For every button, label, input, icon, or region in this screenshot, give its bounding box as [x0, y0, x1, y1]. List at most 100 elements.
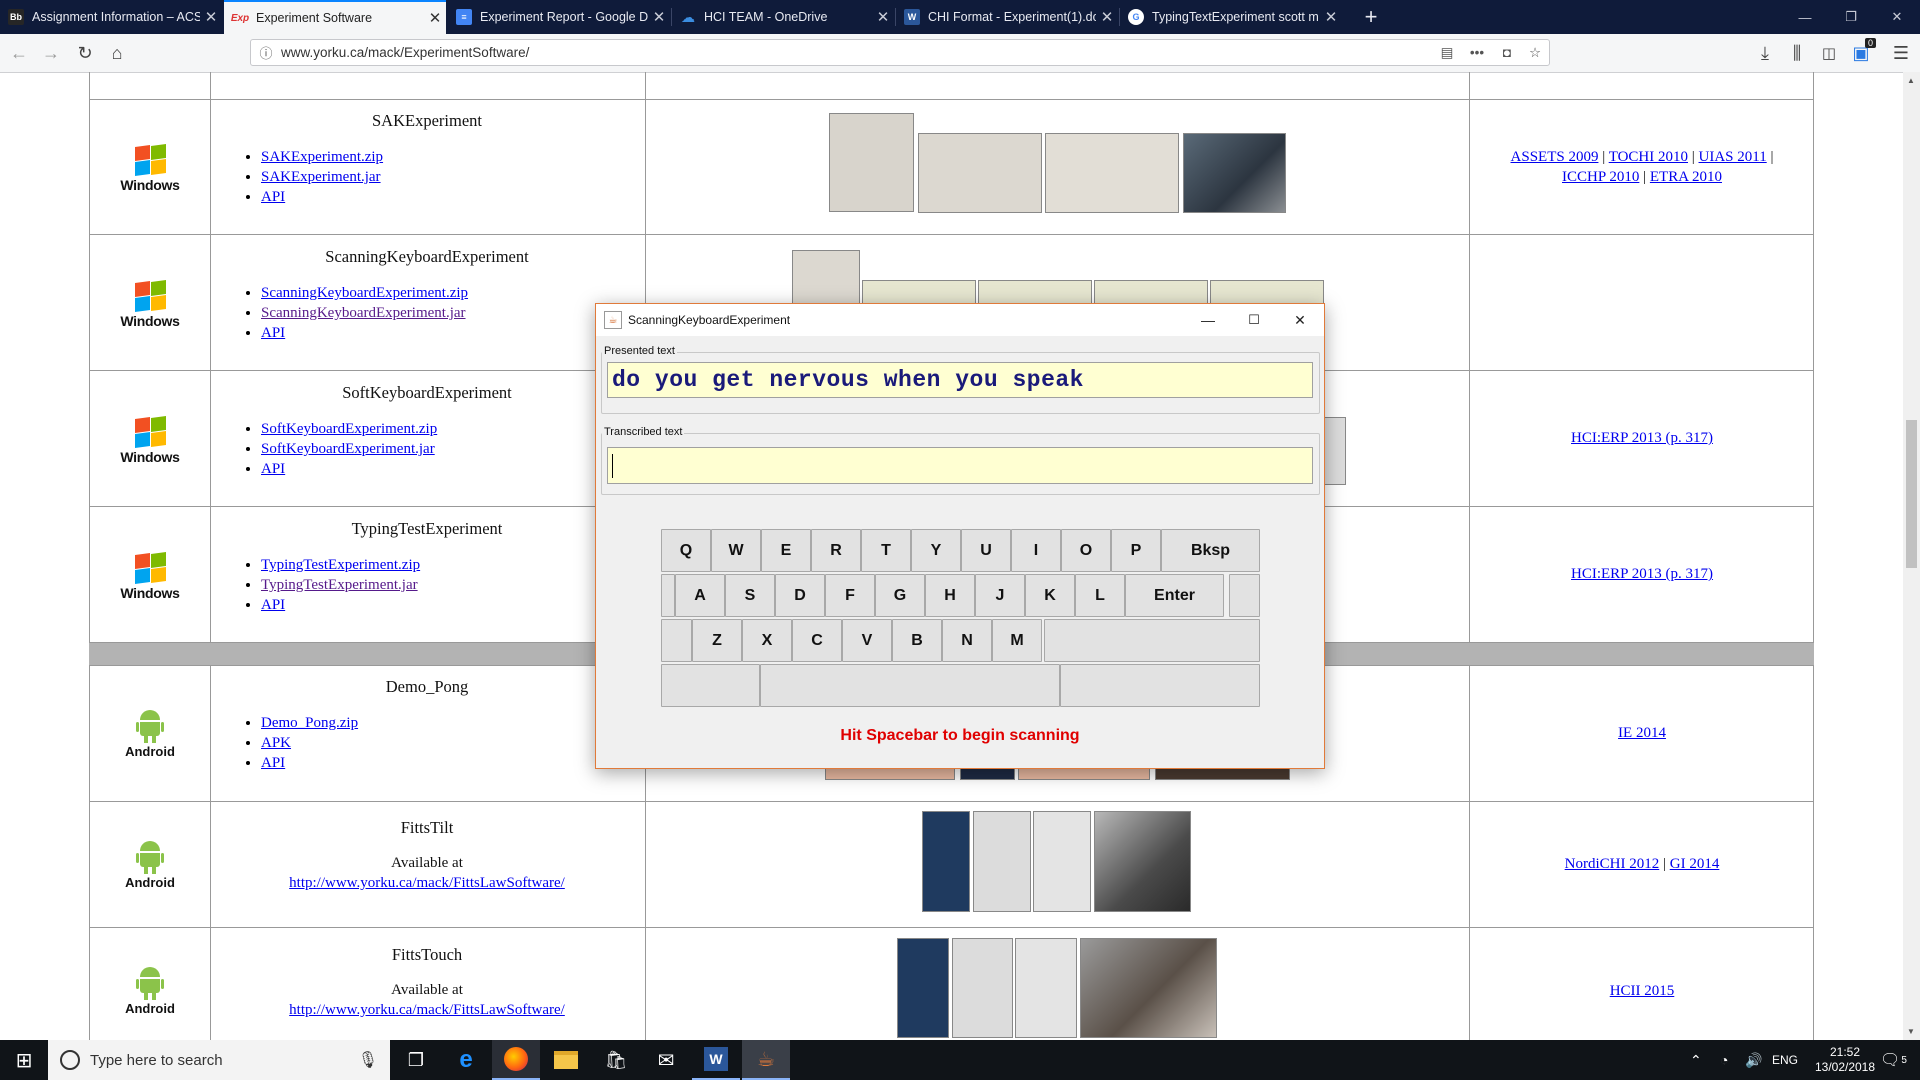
word-taskbar-icon[interactable]: W — [692, 1040, 740, 1080]
key-i[interactable]: I — [1011, 529, 1061, 572]
jar-link[interactable]: ScanningKeyboardExperiment.jar — [261, 305, 466, 321]
key-z[interactable]: Z — [692, 619, 742, 662]
api-link[interactable]: API — [261, 461, 285, 477]
network-icon[interactable]: ◔ — [1720, 1040, 1728, 1080]
scroll-down-icon[interactable]: ▼ — [1907, 1027, 1915, 1036]
tab-experiment-report[interactable]: ≡ Experiment Report - Google Do ✕ — [448, 0, 670, 34]
reference-link[interactable]: ICCHP 2010 — [1562, 169, 1639, 185]
reference-link[interactable]: HCI:ERP 2013 (p. 317) — [1571, 430, 1713, 446]
scrollbar-thumb[interactable] — [1906, 420, 1917, 568]
start-button[interactable]: ⊞ — [0, 1040, 48, 1080]
screenshot-thumbnail[interactable] — [973, 811, 1031, 912]
photo-thumbnail[interactable] — [1183, 133, 1286, 213]
taskbar-search[interactable]: Type here to search 🎙 — [48, 1040, 390, 1080]
key-n[interactable]: N — [942, 619, 992, 662]
photo-thumbnail[interactable] — [1155, 768, 1290, 780]
tab-experiment-software[interactable]: Exp Experiment Software ✕ — [224, 0, 446, 34]
home-icon[interactable]: ⌂ — [104, 40, 130, 66]
restore-icon[interactable]: ❐ — [1828, 0, 1874, 34]
photo-thumbnail[interactable] — [1080, 938, 1217, 1038]
screenshot-thumbnail[interactable] — [1018, 768, 1150, 780]
new-tab-button[interactable]: + — [1356, 0, 1386, 34]
close-tab-icon[interactable]: ✕ — [872, 8, 894, 26]
reference-link[interactable]: UIAS 2011 — [1699, 149, 1767, 165]
zip-link[interactable]: TypingTestExperiment.zip — [261, 557, 420, 573]
key-r[interactable]: R — [811, 529, 861, 572]
key-a[interactable]: A — [675, 574, 725, 617]
clock[interactable]: 21:52 13/02/2018 — [1810, 1040, 1880, 1080]
page-scrollbar[interactable]: ▲ ▼ — [1903, 72, 1920, 1040]
api-link[interactable]: API — [261, 325, 285, 341]
photo-thumbnail[interactable] — [1094, 811, 1191, 912]
key-p[interactable]: P — [1111, 529, 1161, 572]
key-l[interactable]: L — [1075, 574, 1125, 617]
close-tab-icon[interactable]: ✕ — [1320, 8, 1342, 26]
api-link[interactable]: API — [261, 189, 285, 205]
action-center-icon[interactable]: 🗨 5 — [1880, 1040, 1907, 1080]
scroll-up-icon[interactable]: ▲ — [1907, 76, 1915, 85]
file-explorer-icon[interactable] — [542, 1040, 590, 1080]
close-window-icon[interactable]: ✕ — [1874, 0, 1920, 34]
reference-link[interactable]: IE 2014 — [1618, 725, 1666, 741]
microphone-icon[interactable]: 🎙 — [358, 1050, 378, 1070]
key-backspace[interactable]: Bksp — [1161, 529, 1260, 572]
dialog-title-bar[interactable]: ☕ ScanningKeyboardExperiment — ☐ ✕ — [596, 304, 1324, 336]
zip-link[interactable]: ScanningKeyboardExperiment.zip — [261, 285, 468, 301]
jar-link[interactable]: SoftKeyboardExperiment.jar — [261, 441, 435, 457]
volume-icon[interactable]: 🔊 — [1745, 1040, 1762, 1080]
extension-icon[interactable]: ▣ 0 — [1848, 38, 1876, 66]
key-spacebar[interactable] — [760, 664, 1060, 707]
screenshot-thumbnail[interactable] — [952, 938, 1013, 1038]
screenshot-thumbnail[interactable] — [918, 133, 1042, 213]
zip-link[interactable]: SoftKeyboardExperiment.zip — [261, 421, 437, 437]
available-url-link[interactable]: http://www.yorku.ca/mack/FittsLawSoftwar… — [289, 875, 565, 891]
back-icon[interactable]: ← — [6, 40, 32, 66]
language-indicator[interactable]: ENG — [1772, 1040, 1798, 1080]
api-link[interactable]: API — [261, 755, 285, 771]
tab-assignment-information[interactable]: Bb Assignment Information – ACS ✕ — [0, 0, 222, 34]
key-x[interactable]: X — [742, 619, 792, 662]
available-url-link[interactable]: http://www.yorku.ca/mack/FittsLawSoftwar… — [289, 1002, 565, 1018]
screenshot-thumbnail[interactable] — [1045, 133, 1179, 213]
screenshot-thumbnail[interactable] — [960, 768, 1015, 780]
apk-link[interactable]: APK — [261, 735, 291, 751]
key-c[interactable]: C — [792, 619, 842, 662]
key-e[interactable]: E — [761, 529, 811, 572]
bookmark-star-icon[interactable]: ☆ — [1521, 45, 1549, 61]
screenshot-thumbnail[interactable] — [1015, 938, 1077, 1038]
dialog-close-icon[interactable]: ✕ — [1277, 304, 1323, 336]
key-j[interactable]: J — [975, 574, 1025, 617]
key-enter[interactable]: Enter — [1125, 574, 1224, 617]
key-b[interactable]: B — [892, 619, 942, 662]
reference-link[interactable]: ETRA 2010 — [1650, 169, 1722, 185]
dialog-minimize-icon[interactable]: — — [1185, 304, 1231, 336]
minimize-icon[interactable]: — — [1782, 0, 1828, 34]
key-t[interactable]: T — [861, 529, 911, 572]
reload-icon[interactable]: ↻ — [72, 40, 98, 66]
jar-link[interactable]: TypingTestExperiment.jar — [261, 577, 418, 593]
sidebar-icon[interactable]: ◫ — [1816, 40, 1842, 66]
show-hidden-icons[interactable]: ⌃ — [1690, 1040, 1702, 1080]
reference-link[interactable]: TOCHI 2010 — [1609, 149, 1688, 165]
key-u[interactable]: U — [961, 529, 1011, 572]
info-icon[interactable]: ⓘ — [251, 43, 281, 62]
key-w[interactable]: W — [711, 529, 761, 572]
mail-icon[interactable]: ✉ — [642, 1040, 690, 1080]
key-o[interactable]: O — [1061, 529, 1111, 572]
screenshot-thumbnail[interactable] — [792, 250, 860, 310]
screenshot-thumbnail[interactable] — [829, 113, 914, 212]
key-v[interactable]: V — [842, 619, 892, 662]
firefox-icon[interactable] — [492, 1040, 540, 1080]
key-y[interactable]: Y — [911, 529, 961, 572]
close-tab-icon[interactable]: ✕ — [424, 9, 446, 27]
task-view-icon[interactable]: ❐ — [392, 1040, 440, 1080]
reference-link[interactable]: HCII 2015 — [1610, 983, 1675, 999]
screenshot-thumbnail[interactable] — [897, 938, 949, 1038]
screenshot-thumbnail[interactable] — [1033, 811, 1091, 912]
page-actions-icon[interactable]: ••• — [1461, 45, 1493, 60]
close-tab-icon[interactable]: ✕ — [200, 8, 222, 26]
key-m[interactable]: M — [992, 619, 1042, 662]
reference-link[interactable]: GI 2014 — [1670, 856, 1720, 872]
screenshot-thumbnail[interactable] — [1322, 417, 1346, 485]
store-icon[interactable]: 🛍 — [592, 1040, 640, 1080]
